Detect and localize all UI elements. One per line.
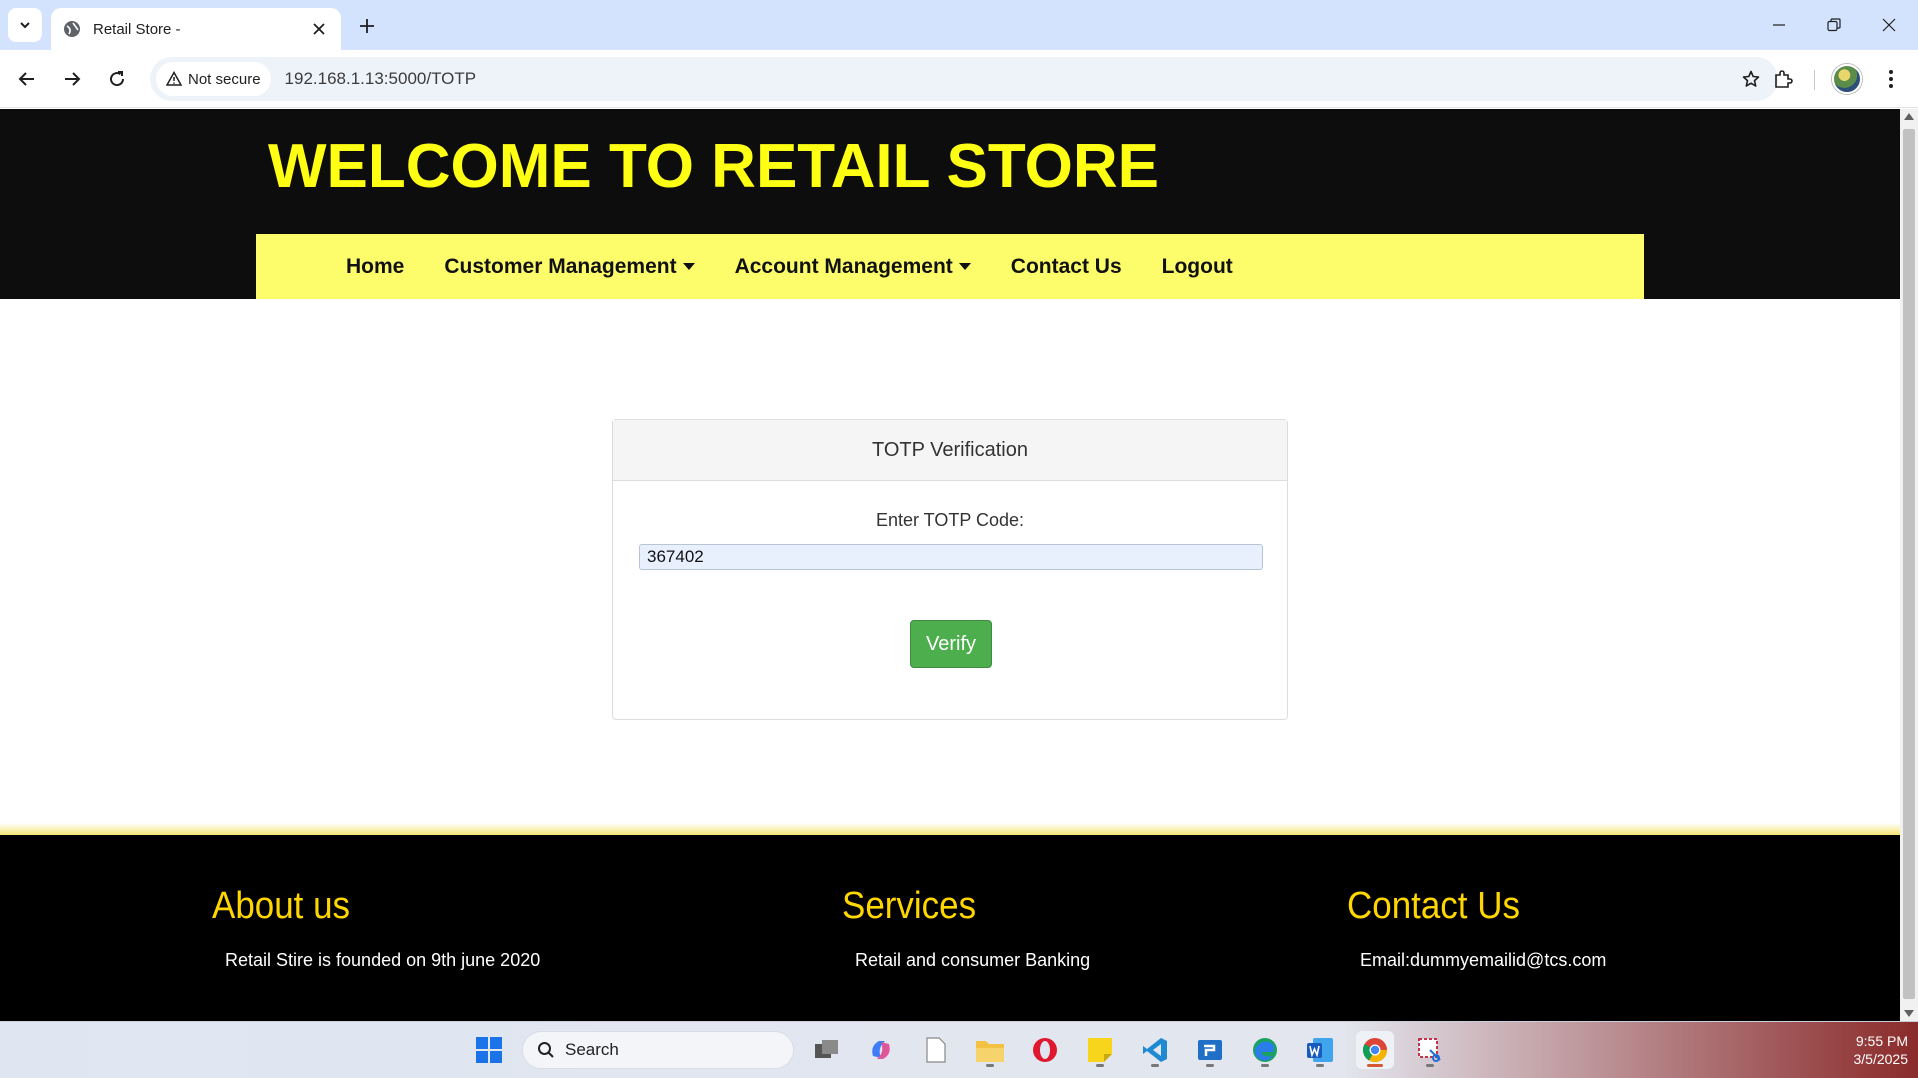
reload-icon — [110, 71, 125, 87]
main-nav: Home Customer Management Account Managem… — [256, 234, 1644, 299]
warning-icon — [166, 71, 182, 86]
nav-account-management-label: Account Management — [734, 254, 953, 278]
taskbar-search-label: Search — [565, 1040, 619, 1059]
forward-button[interactable] — [55, 62, 89, 96]
remote-app-icon[interactable] — [1191, 1031, 1229, 1069]
page-viewport: WELCOME TO RETAIL STORE Home Customer Ma… — [0, 109, 1900, 1021]
close-tab-icon[interactable] — [309, 19, 329, 39]
site-footer: About us Retail Stire is founded on 9th … — [0, 835, 1900, 1021]
nav-logout[interactable]: Logout — [1162, 255, 1233, 279]
arrow-right-icon — [65, 72, 81, 86]
totp-code-label: Enter TOTP Code: — [875, 510, 1025, 530]
site-title: WELCOME TO RETAIL STORE — [268, 132, 1160, 201]
more-vertical-icon — [1889, 70, 1893, 88]
site-header: WELCOME TO RETAIL STORE Home Customer Ma… — [0, 109, 1900, 299]
snipping-tool-icon[interactable] — [1411, 1031, 1449, 1069]
tab-title: Retail Store - — [93, 20, 181, 38]
task-view-icon[interactable] — [808, 1031, 846, 1069]
restore-button[interactable] — [1819, 10, 1849, 40]
arrow-left-icon — [18, 72, 34, 86]
totp-code-input[interactable] — [639, 544, 1263, 570]
bookmark-star-icon[interactable] — [1736, 64, 1766, 94]
chrome-icon[interactable] — [1356, 1031, 1394, 1069]
taskbar: Search 9:55 PM 3/5/2025 — [0, 1021, 1918, 1078]
reload-button[interactable] — [100, 62, 134, 96]
page-scrollbar[interactable] — [1900, 109, 1918, 1021]
chevron-down-icon — [20, 22, 30, 29]
minimize-button[interactable] — [1764, 10, 1794, 40]
footer-contact-heading: Contact Us — [1347, 885, 1520, 927]
running-indicator — [1316, 1064, 1324, 1067]
footer-contact-text: Email:dummyemailid@tcs.com — [1360, 950, 1607, 970]
close-icon — [1882, 18, 1896, 32]
verify-button[interactable]: Verify — [910, 620, 992, 668]
back-button[interactable] — [10, 62, 44, 96]
scrollbar-thumb[interactable] — [1903, 129, 1915, 999]
opera-icon[interactable] — [1026, 1031, 1064, 1069]
footer-contact: Contact Us Email:dummyemailid@tcs.com — [1347, 885, 1606, 993]
edge-icon[interactable] — [1246, 1031, 1284, 1069]
totp-card-header: TOTP Verification — [613, 420, 1287, 481]
footer-about: About us Retail Stire is founded on 9th … — [212, 885, 540, 993]
running-indicator — [1426, 1064, 1434, 1067]
close-window-button[interactable] — [1874, 10, 1904, 40]
footer-services: Services Retail and consumer Banking — [842, 885, 1090, 993]
footer-services-heading: Services — [842, 885, 977, 927]
extensions-button[interactable] — [1766, 62, 1800, 96]
address-bar[interactable]: Not secure 192.168.1.13:5000/TOTP — [150, 57, 1778, 101]
browser-toolbar: Not secure 192.168.1.13:5000/TOTP — [0, 50, 1918, 108]
clock-date: 3/5/2025 — [1853, 1051, 1909, 1067]
windows-start-icon[interactable] — [470, 1031, 508, 1069]
footer-services-text: Retail and consumer Banking — [855, 950, 1091, 970]
minimize-icon — [1773, 24, 1785, 26]
running-indicator — [1261, 1064, 1269, 1067]
word-icon[interactable] — [1301, 1031, 1339, 1069]
clock-time: 9:55 PM — [1855, 1033, 1908, 1049]
scroll-down-icon[interactable] — [1904, 1010, 1914, 1017]
nav-logout-label: Logout — [1161, 254, 1233, 278]
running-indicator — [1206, 1064, 1214, 1067]
caret-down-icon — [682, 263, 695, 270]
file-explorer-icon[interactable] — [971, 1031, 1009, 1069]
security-label: Not secure — [188, 70, 261, 88]
nav-customer-management[interactable]: Customer Management — [444, 254, 695, 279]
search-icon — [538, 1042, 554, 1058]
new-tab-button[interactable] — [353, 12, 381, 40]
system-clock[interactable]: 9:55 PM 3/5/2025 — [1808, 1032, 1909, 1068]
toolbar-separator — [1814, 70, 1815, 90]
tab-search-button[interactable] — [8, 8, 42, 42]
running-indicator — [1151, 1064, 1159, 1067]
active-indicator — [1367, 1064, 1383, 1067]
taskbar-search[interactable]: Search — [522, 1031, 794, 1069]
totp-card: TOTP Verification Enter TOTP Code: Verif… — [612, 419, 1288, 720]
footer-about-text: Retail Stire is founded on 9th june 2020 — [225, 950, 541, 970]
profile-avatar[interactable] — [1832, 64, 1862, 94]
browser-tab-active[interactable]: Retail Store - — [51, 8, 341, 50]
nav-home-label: Home — [346, 254, 405, 278]
browser-menu-button[interactable] — [1876, 62, 1906, 96]
puzzle-icon — [1775, 70, 1793, 88]
vscode-icon[interactable] — [1136, 1031, 1174, 1069]
sticky-notes-icon[interactable] — [1081, 1031, 1119, 1069]
nav-contact-us-label: Contact Us — [1010, 254, 1122, 278]
footer-about-heading: About us — [212, 885, 350, 927]
browser-tab-strip: Retail Store - — [0, 0, 1918, 50]
url-text[interactable]: 192.168.1.13:5000/TOTP — [285, 69, 1736, 89]
nav-customer-management-label: Customer Management — [444, 254, 677, 278]
restore-icon — [1827, 18, 1841, 32]
nav-home[interactable]: Home — [346, 255, 404, 279]
security-chip[interactable]: Not secure — [156, 62, 271, 96]
plus-icon — [360, 19, 374, 33]
scroll-up-icon[interactable] — [1904, 113, 1914, 120]
caret-down-icon — [958, 263, 971, 270]
running-indicator — [1096, 1064, 1104, 1067]
nav-contact-us[interactable]: Contact Us — [1011, 255, 1122, 279]
copilot-icon[interactable] — [862, 1031, 900, 1069]
running-indicator — [986, 1064, 994, 1067]
notepad-icon[interactable] — [917, 1031, 955, 1069]
globe-icon — [63, 20, 81, 38]
nav-account-management[interactable]: Account Management — [735, 255, 971, 279]
